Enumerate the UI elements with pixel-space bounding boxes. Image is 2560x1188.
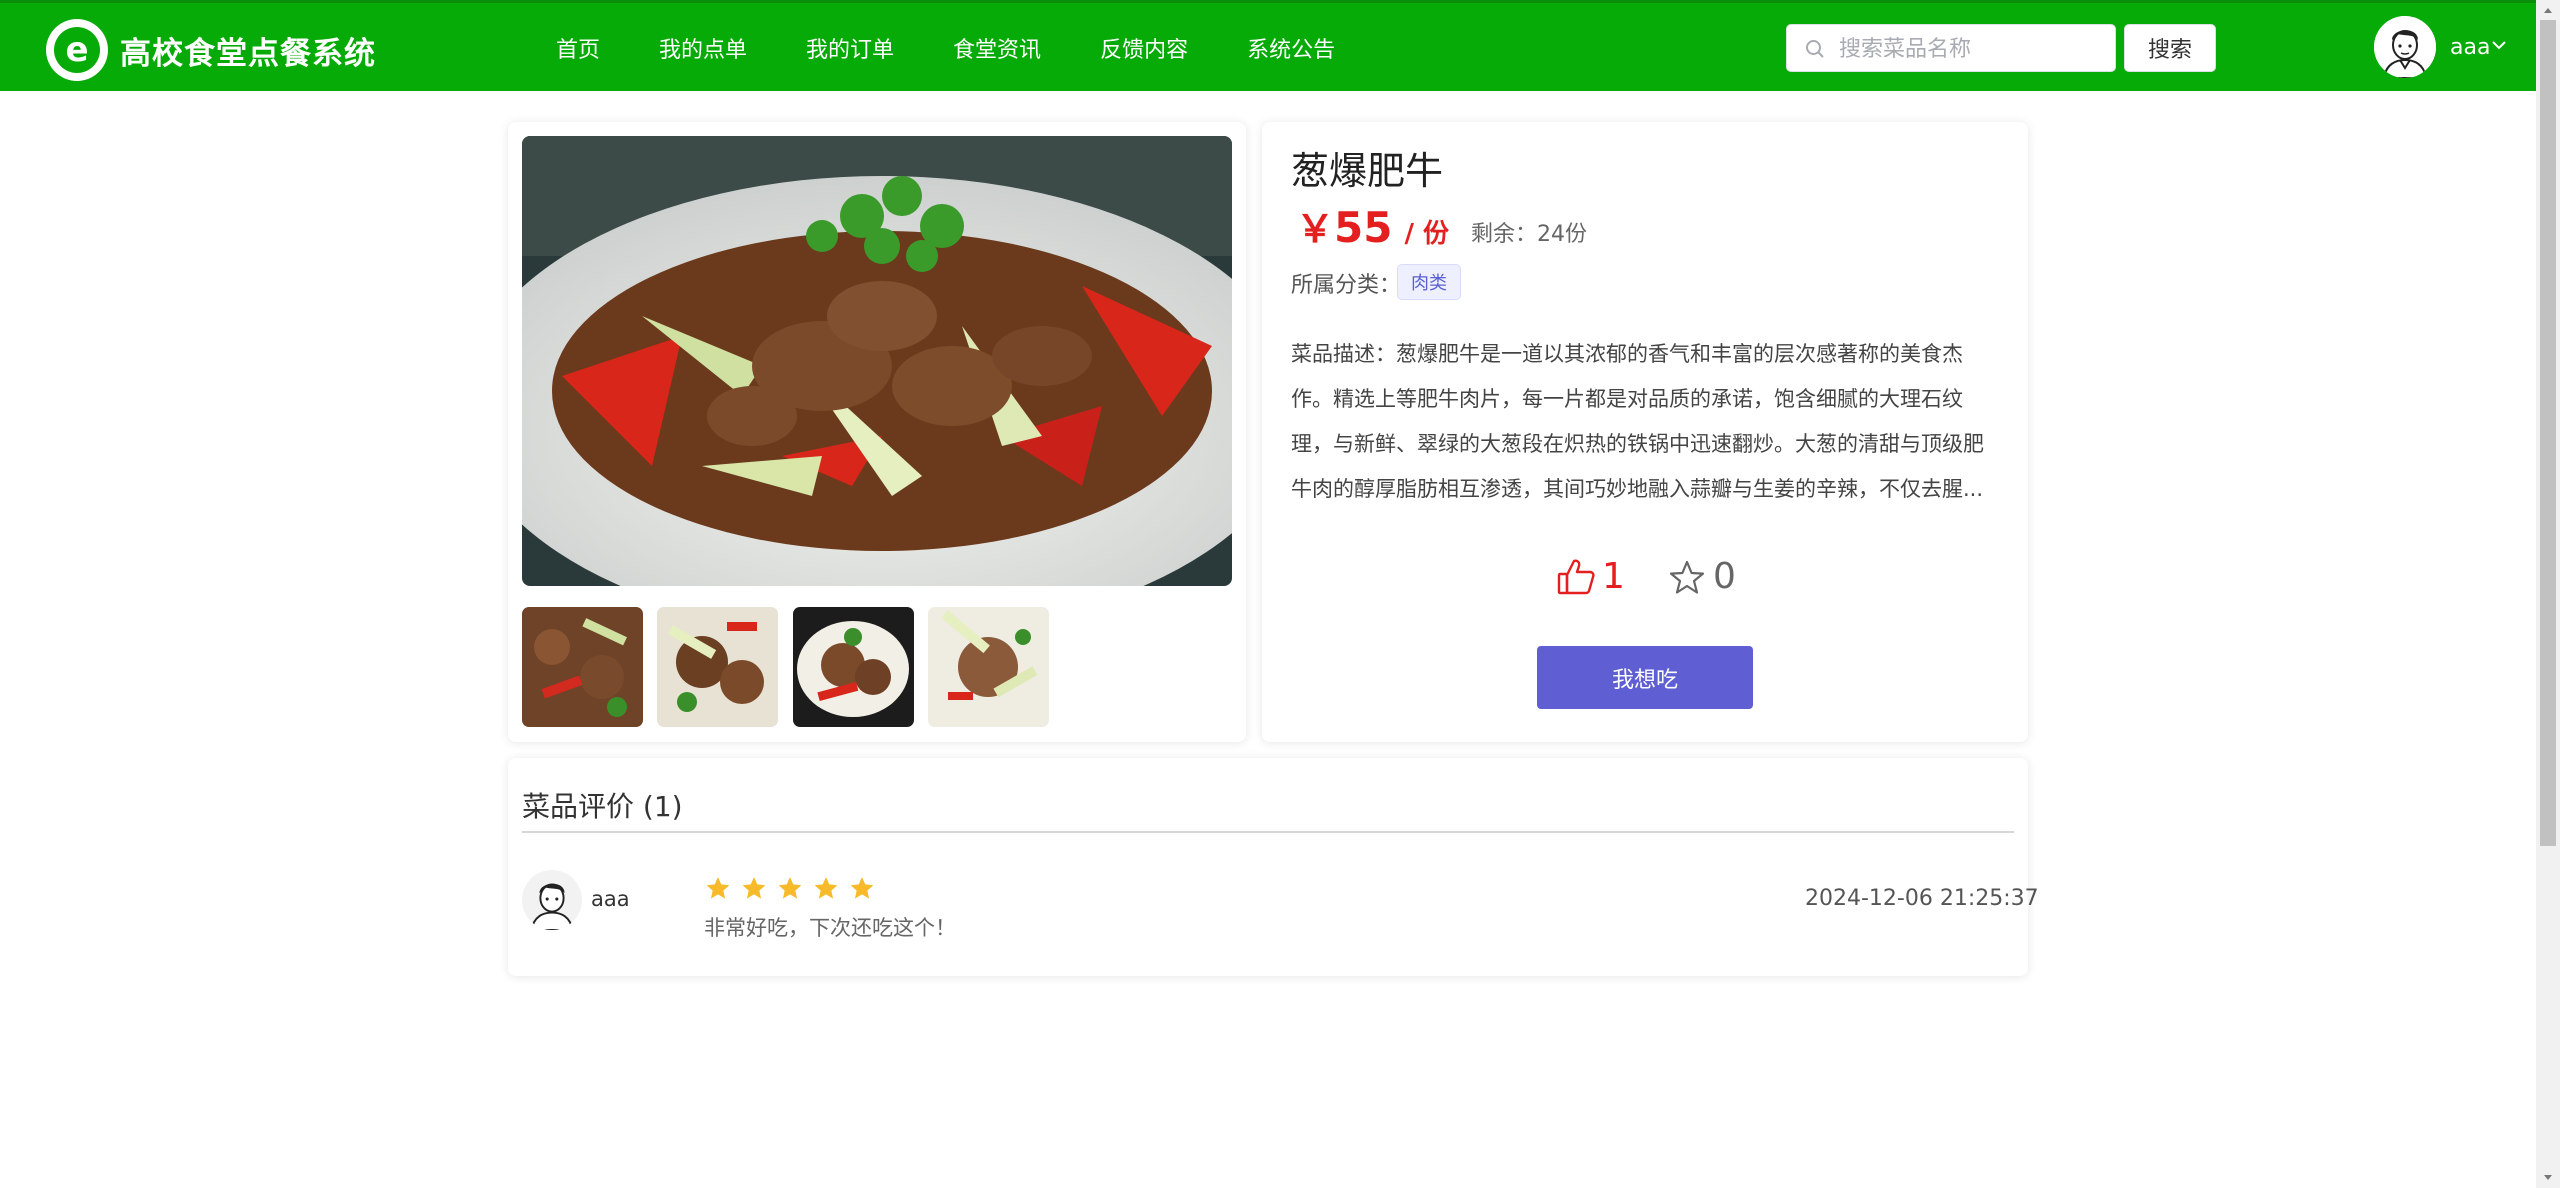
nav-item-home[interactable]: 首页	[556, 32, 600, 64]
main-nav: 首页 我的点单 我的订单 食堂资讯 反馈内容 系统公告	[556, 32, 1394, 64]
nav-item-feedback[interactable]: 反馈内容	[1100, 32, 1188, 64]
reviewer-avatar	[522, 870, 582, 930]
like-count: 1	[1602, 556, 1625, 597]
avatar-face-icon	[522, 870, 582, 930]
dish-thumbnail[interactable]	[793, 607, 914, 727]
star-filled-icon	[742, 877, 766, 899]
favorite-count: 0	[1713, 556, 1736, 597]
star-filled-icon	[706, 877, 730, 899]
review-text: 非常好吃，下次还吃这个！	[704, 916, 956, 940]
scroll-up-arrow-icon[interactable]	[2540, 2, 2556, 18]
search-box	[1786, 24, 2116, 73]
category-label: 所属分类：	[1291, 273, 1402, 298]
search-input[interactable]	[1837, 25, 2111, 73]
user-name[interactable]: aaa	[2450, 35, 2490, 60]
stock-info: 剩余：24份	[1471, 216, 1587, 248]
nav-item-canteen-news[interactable]: 食堂资讯	[953, 32, 1041, 64]
review-rating	[704, 874, 876, 902]
stock-label: 剩余：	[1471, 222, 1538, 247]
reviews-title: 菜品评价 (1)	[522, 790, 683, 823]
dish-thumbnail[interactable]	[928, 607, 1049, 727]
chevron-down-icon[interactable]	[2490, 36, 2508, 54]
scrollbar-thumb[interactable]	[2540, 20, 2556, 846]
nav-item-my-picks[interactable]: 我的点单	[659, 32, 747, 64]
dish-thumbnail[interactable]	[522, 607, 643, 727]
scroll-down-arrow-icon[interactable]	[2540, 1170, 2556, 1186]
price-value: 55	[1334, 203, 1393, 252]
category-tag: 肉类	[1397, 264, 1461, 300]
app-logo[interactable]: e	[46, 19, 108, 81]
avatar-face-icon	[2374, 16, 2436, 78]
reviews-card	[508, 758, 2028, 976]
search-button[interactable]: 搜索	[2124, 24, 2216, 72]
dish-description: 菜品描述：葱爆肥牛是一道以其浓郁的香气和丰富的层次感著称的美食杰作。精选上等肥牛…	[1291, 342, 1984, 501]
review-date: 2024-12-06 21:25:37	[1805, 886, 2039, 911]
dish-name: 葱爆肥牛	[1291, 149, 1444, 193]
nav-item-announcements[interactable]: 系统公告	[1247, 32, 1335, 64]
user-avatar[interactable]	[2374, 16, 2436, 78]
app-title[interactable]: 高校食堂点餐系统	[120, 28, 376, 73]
logo-letter: e	[54, 27, 100, 73]
star-filled-icon	[814, 877, 838, 899]
thumbs-up-icon[interactable]	[1556, 557, 1596, 597]
reviewer-name: aaa	[591, 887, 630, 911]
stock-value: 24份	[1537, 222, 1588, 247]
reviews-divider	[522, 831, 2014, 833]
star-outline-icon[interactable]	[1668, 559, 1706, 597]
star-filled-icon	[850, 877, 874, 899]
dish-thumbnail[interactable]	[657, 607, 778, 727]
dish-price: ￥55 / 份	[1296, 198, 1449, 253]
price-currency: ￥	[1296, 207, 1335, 251]
search-icon	[1806, 40, 1824, 58]
nav-item-my-orders[interactable]: 我的订单	[806, 32, 894, 64]
want-to-eat-button[interactable]: 我想吃	[1537, 646, 1753, 709]
price-unit: / 份	[1404, 219, 1450, 249]
dish-main-image[interactable]	[522, 136, 1232, 586]
star-filled-icon	[778, 877, 802, 899]
